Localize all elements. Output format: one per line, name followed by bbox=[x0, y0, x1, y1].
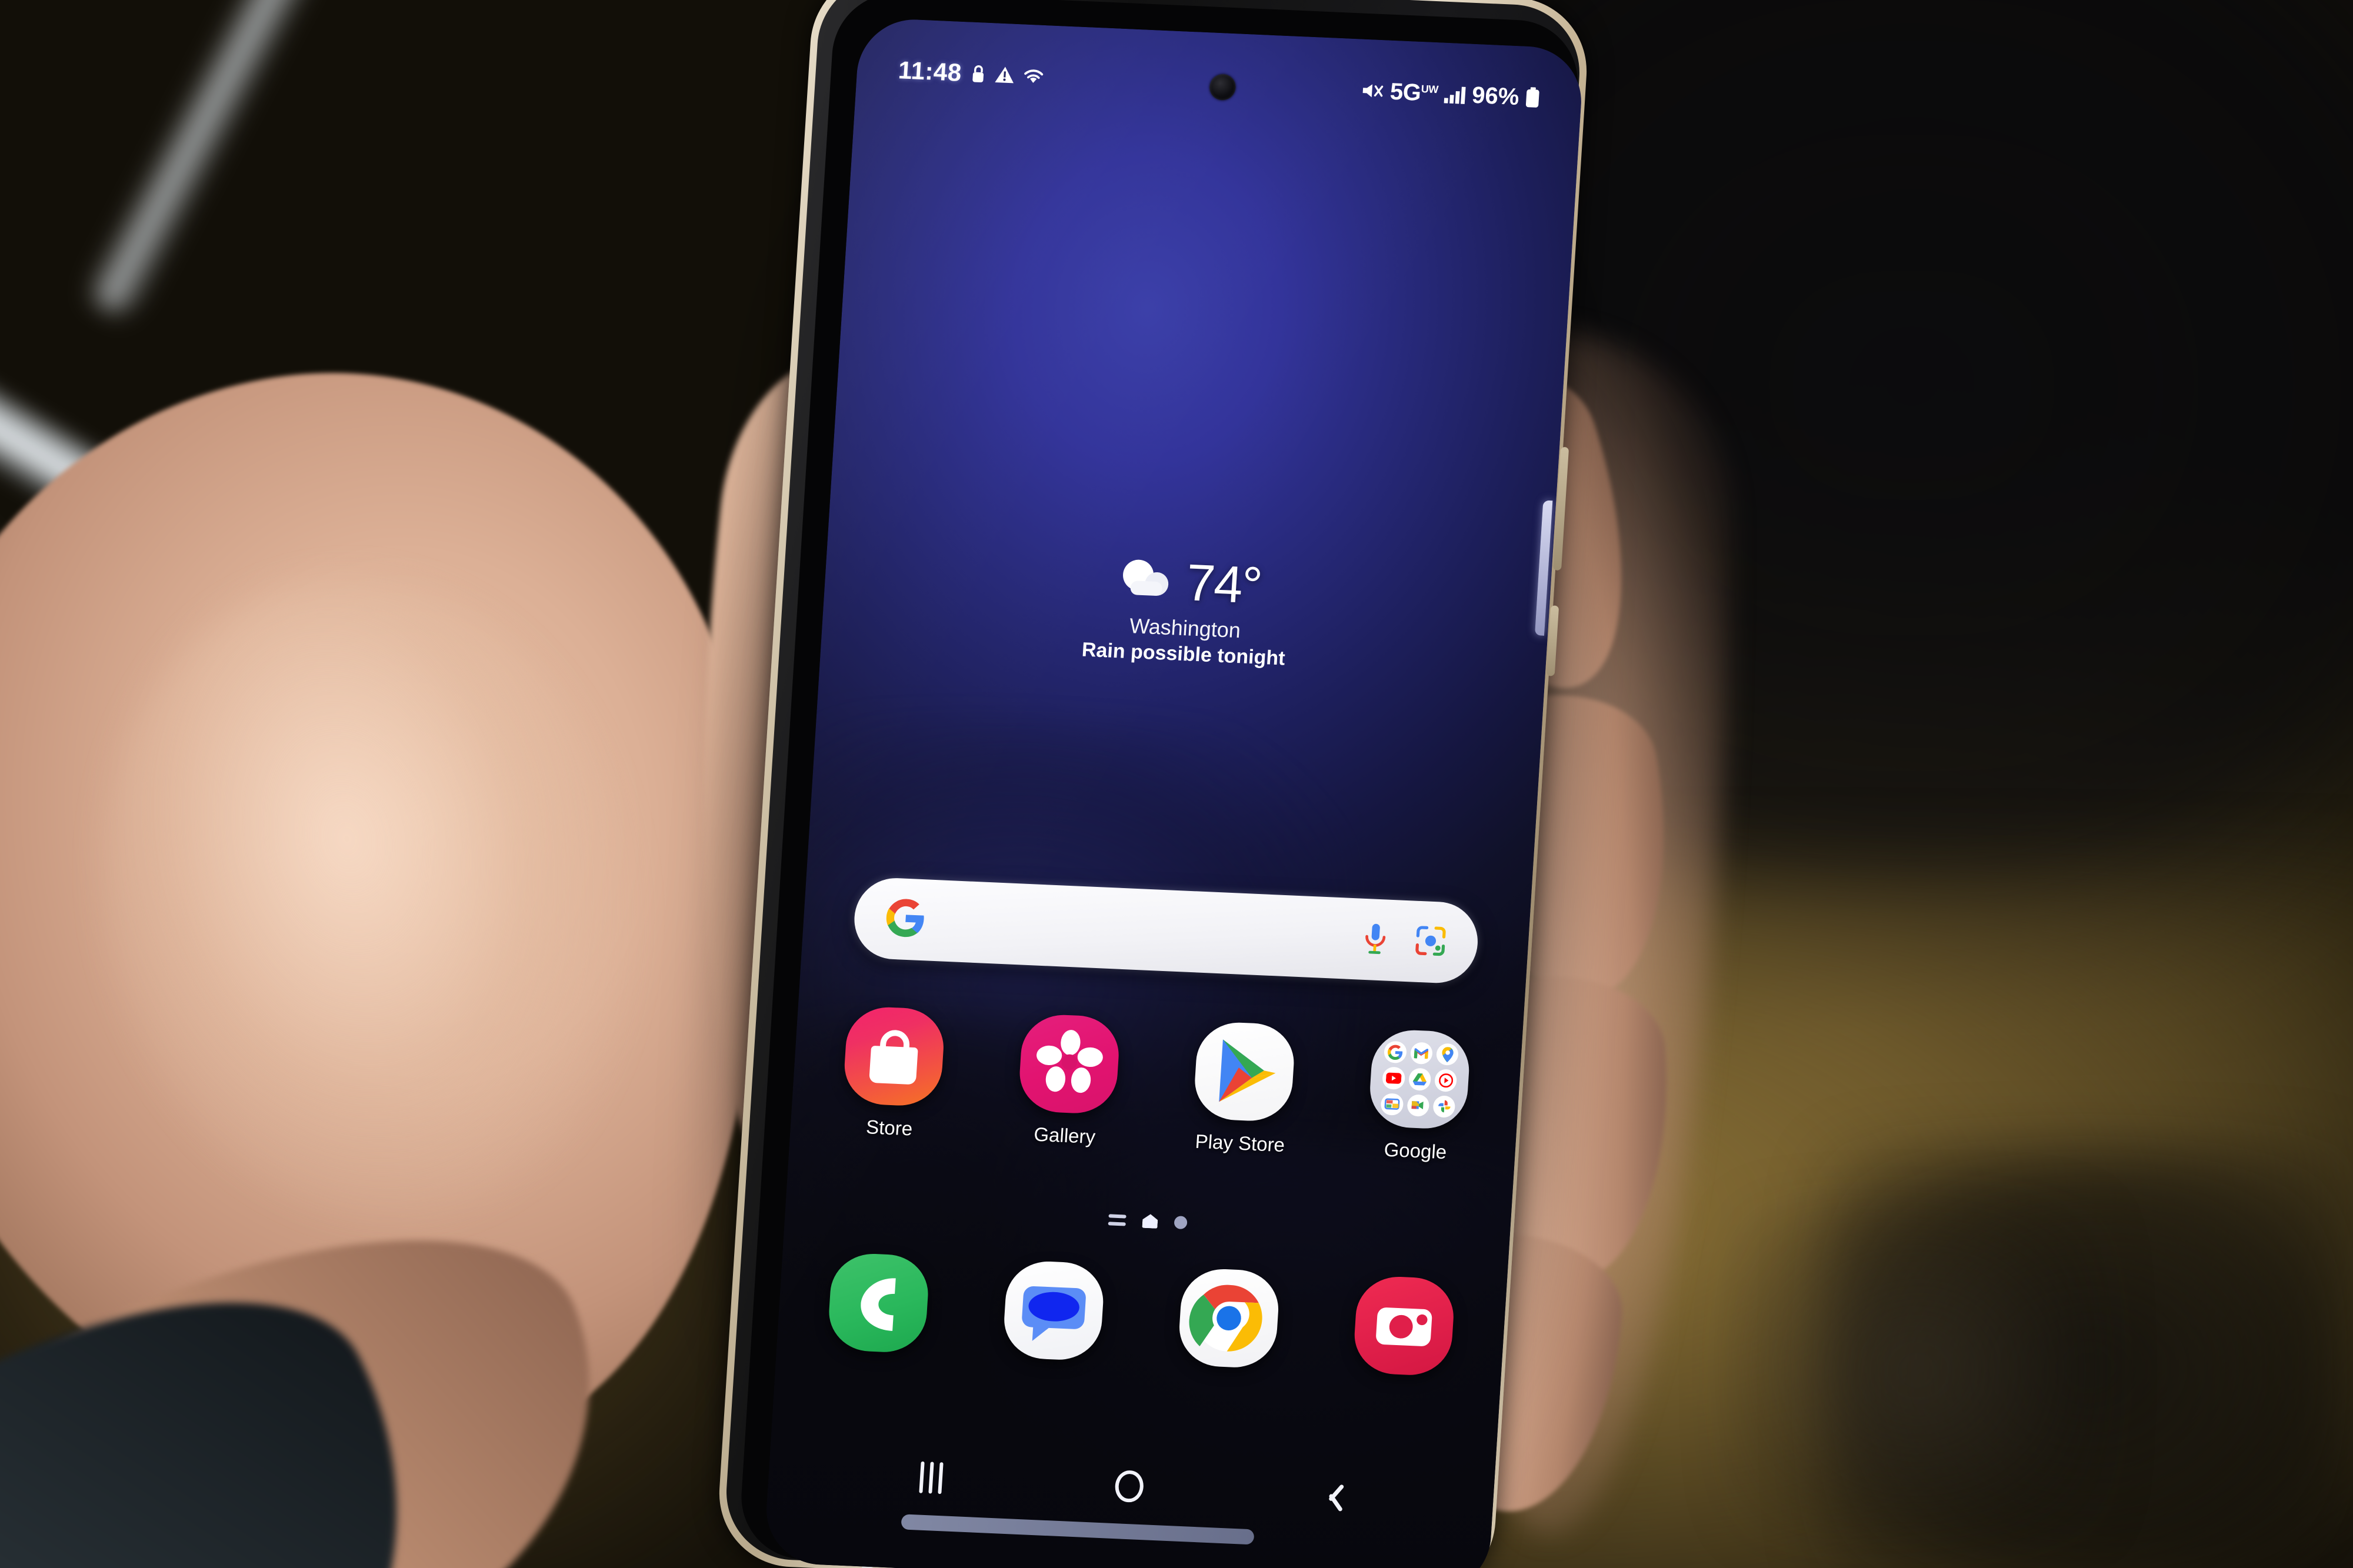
google-folder-icon bbox=[1368, 1028, 1472, 1130]
app-label: Store bbox=[865, 1116, 914, 1140]
network-band-text: UW bbox=[1421, 82, 1439, 95]
wifi-icon bbox=[1022, 66, 1045, 86]
microphone-icon[interactable] bbox=[1361, 921, 1389, 958]
cloud-icon bbox=[1114, 556, 1178, 605]
warning-triangle-icon bbox=[994, 65, 1015, 84]
app-store[interactable]: Store bbox=[825, 1005, 960, 1142]
app-label: Gallery bbox=[1033, 1123, 1096, 1148]
back-icon[interactable] bbox=[1315, 1479, 1343, 1512]
home-page-icon[interactable] bbox=[1142, 1214, 1158, 1229]
folder-app-youtube-music bbox=[1434, 1069, 1458, 1092]
camera-icon bbox=[1352, 1275, 1457, 1377]
phone-screen[interactable]: 11:48 5G UW 96% 74° Washington Rain poss… bbox=[763, 17, 1585, 1568]
lock-icon bbox=[969, 64, 987, 84]
smartphone: 11:48 5G UW 96% 74° Washington Rain poss… bbox=[671, 0, 1631, 1568]
home-button-icon[interactable] bbox=[1114, 1470, 1145, 1503]
folder-app-maps bbox=[1435, 1043, 1459, 1066]
status-bar-right: 5G UW 96% bbox=[1360, 77, 1541, 111]
recents-icon[interactable] bbox=[919, 1461, 944, 1494]
status-bar: 11:48 5G UW 96% bbox=[856, 48, 1582, 121]
dock-app-phone[interactable] bbox=[812, 1252, 944, 1355]
google-g-icon bbox=[885, 898, 926, 941]
app-folder-google[interactable]: Google bbox=[1351, 1028, 1486, 1165]
phone-frame: 11:48 5G UW 96% 74° Washington Rain poss… bbox=[715, 0, 1591, 1568]
folder-app-gmail bbox=[1409, 1042, 1434, 1065]
folder-app-google-tv bbox=[1380, 1093, 1404, 1116]
battery-icon bbox=[1524, 87, 1541, 109]
search-bar-actions bbox=[1361, 921, 1447, 960]
network-type-text: 5G bbox=[1389, 78, 1422, 106]
gallery-icon bbox=[1017, 1013, 1121, 1115]
folder-app-youtube bbox=[1382, 1066, 1406, 1090]
page-dot[interactable] bbox=[1174, 1216, 1188, 1230]
battery-percent-label: 96% bbox=[1471, 82, 1520, 110]
app-label: Play Store bbox=[1194, 1130, 1286, 1156]
dock-app-camera[interactable] bbox=[1338, 1275, 1471, 1377]
photo-scene: 11:48 5G UW 96% 74° Washington Rain poss… bbox=[0, 0, 2353, 1568]
weather-temperature: 74° bbox=[1184, 553, 1264, 615]
weather-widget[interactable]: 74° Washington Rain possible tonight bbox=[821, 537, 1552, 682]
weather-city: Washington bbox=[1128, 613, 1242, 643]
dock-app-chrome[interactable] bbox=[1163, 1267, 1295, 1370]
dock-app-messages[interactable] bbox=[987, 1259, 1119, 1362]
folder-app-google bbox=[1384, 1040, 1407, 1064]
app-label: Google bbox=[1383, 1138, 1448, 1163]
phone-bezel: 11:48 5G UW 96% 74° Washington Rain poss… bbox=[737, 0, 1585, 1568]
phone-inner-frame: 11:48 5G UW 96% 74° Washington Rain poss… bbox=[722, 0, 1585, 1568]
folder-app-grid bbox=[1380, 1040, 1459, 1118]
app-play-store[interactable]: Play Store bbox=[1176, 1020, 1311, 1157]
network-type-label: 5G UW bbox=[1389, 78, 1439, 106]
status-clock: 11:48 bbox=[897, 56, 963, 86]
folder-app-meet bbox=[1407, 1093, 1430, 1117]
folder-app-photos bbox=[1432, 1095, 1456, 1118]
google-lens-icon[interactable] bbox=[1414, 925, 1447, 959]
status-bar-left: 11:48 bbox=[898, 56, 1045, 91]
folder-app-drive bbox=[1408, 1067, 1432, 1091]
signal-bars-icon bbox=[1443, 84, 1467, 105]
phone-icon bbox=[826, 1252, 931, 1354]
mute-icon bbox=[1360, 81, 1385, 102]
weather-main-row: 74° bbox=[1113, 549, 1263, 616]
galaxy-store-icon bbox=[842, 1005, 946, 1107]
messages-icon bbox=[1001, 1259, 1106, 1362]
weather-condition: Rain possible tonight bbox=[1081, 638, 1286, 670]
play-store-icon bbox=[1192, 1020, 1297, 1123]
app-list-lines-icon[interactable] bbox=[1108, 1213, 1126, 1226]
app-gallery[interactable]: Gallery bbox=[1001, 1013, 1135, 1150]
chrome-icon bbox=[1177, 1267, 1281, 1369]
